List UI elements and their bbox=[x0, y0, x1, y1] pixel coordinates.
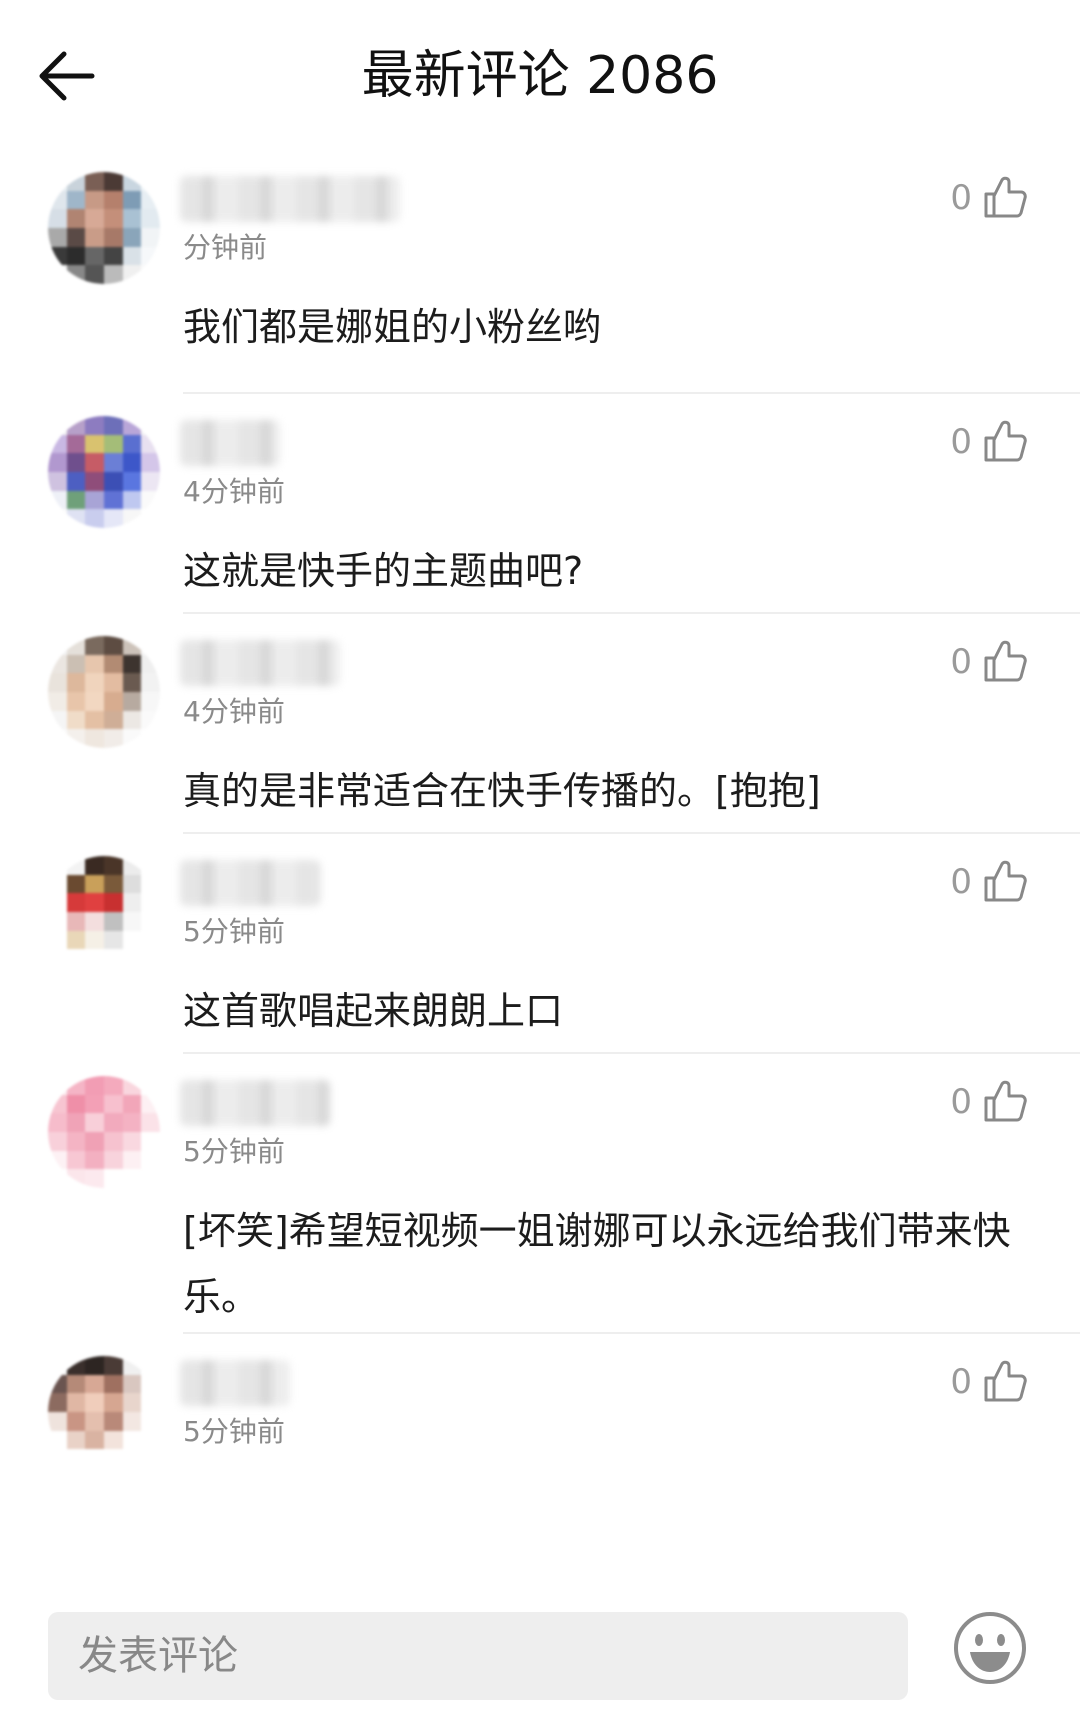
username-blurred[interactable] bbox=[180, 860, 320, 906]
comment-list: 分钟前 我们都是娜姐的小粉丝哟 0 4分钟前 这就是快手的主题曲吧? 0 4分钟… bbox=[0, 150, 1080, 1534]
username-blurred[interactable] bbox=[180, 640, 340, 686]
username-blurred[interactable] bbox=[180, 420, 280, 466]
like-button[interactable]: 0 bbox=[950, 174, 1028, 220]
header: 最新评论 2086 bbox=[0, 0, 1080, 150]
thumbs-up-icon bbox=[984, 1360, 1027, 1402]
comment-time: 分钟前 bbox=[183, 231, 268, 264]
page-title: 最新评论 2086 bbox=[361, 46, 719, 106]
comment-input[interactable] bbox=[48, 1612, 908, 1700]
comment-time: 5分钟前 bbox=[183, 915, 285, 948]
avatar[interactable] bbox=[48, 856, 160, 968]
thumbs-up-icon bbox=[984, 176, 1027, 218]
username-blurred[interactable] bbox=[180, 176, 400, 222]
comment-bar bbox=[0, 1540, 1080, 1733]
comment-item: 分钟前 我们都是娜姐的小粉丝哟 0 bbox=[0, 150, 1080, 394]
thumbs-up-icon bbox=[984, 420, 1027, 462]
like-button[interactable]: 0 bbox=[950, 1358, 1028, 1404]
like-count: 0 bbox=[950, 422, 972, 462]
comment-item: 4分钟前 真的是非常适合在快手传播的。[抱抱] 0 bbox=[0, 614, 1080, 834]
like-button[interactable]: 0 bbox=[950, 858, 1028, 904]
comment-text: 这首歌唱起来朗朗上口 bbox=[183, 989, 564, 1033]
comment-time: 5分钟前 bbox=[183, 1135, 285, 1168]
like-button[interactable]: 0 bbox=[950, 418, 1028, 464]
comment-item: 5分钟前 这首歌唱起来朗朗上口 0 bbox=[0, 834, 1080, 1054]
comment-time: 4分钟前 bbox=[183, 475, 285, 508]
thumbs-up-icon bbox=[984, 860, 1027, 902]
like-count: 0 bbox=[950, 1082, 972, 1122]
comment-text: 这就是快手的主题曲吧? bbox=[183, 549, 584, 593]
emoji-button[interactable] bbox=[952, 1610, 1028, 1686]
avatar[interactable] bbox=[48, 1356, 160, 1468]
like-button[interactable]: 0 bbox=[950, 638, 1028, 684]
username-blurred[interactable] bbox=[180, 1360, 290, 1406]
like-button[interactable]: 0 bbox=[950, 1078, 1028, 1124]
thumbs-up-icon bbox=[984, 1080, 1027, 1122]
comment-item: 5分钟前 0 bbox=[0, 1334, 1080, 1534]
comment-text: 我们都是娜姐的小粉丝哟 bbox=[183, 305, 602, 349]
avatar[interactable] bbox=[48, 1076, 160, 1188]
avatar[interactable] bbox=[48, 416, 160, 528]
like-count: 0 bbox=[950, 178, 972, 218]
username-blurred[interactable] bbox=[180, 1080, 330, 1126]
comment-item: 5分钟前 [坏笑]希望短视频一姐谢娜可以永远给我们带来快乐。 0 bbox=[0, 1054, 1080, 1334]
like-count: 0 bbox=[950, 642, 972, 682]
comment-text: 真的是非常适合在快手传播的。[抱抱] bbox=[183, 769, 821, 813]
like-count: 0 bbox=[950, 1362, 972, 1402]
like-count: 0 bbox=[950, 862, 972, 902]
comment-item: 4分钟前 这就是快手的主题曲吧? 0 bbox=[0, 394, 1080, 614]
avatar[interactable] bbox=[48, 172, 160, 284]
thumbs-up-icon bbox=[984, 640, 1027, 682]
comment-text: [坏笑]希望短视频一姐谢娜可以永远给我们带来快乐。 bbox=[183, 1209, 1011, 1319]
comments-page: 最新评论 2086 分钟前 我们都是娜姐的小粉丝哟 0 4分钟前 这就是快手的主… bbox=[0, 0, 1080, 1733]
comment-time: 4分钟前 bbox=[183, 695, 285, 728]
avatar[interactable] bbox=[48, 636, 160, 748]
comment-time: 5分钟前 bbox=[183, 1415, 285, 1448]
smiley-icon bbox=[954, 1612, 1026, 1684]
